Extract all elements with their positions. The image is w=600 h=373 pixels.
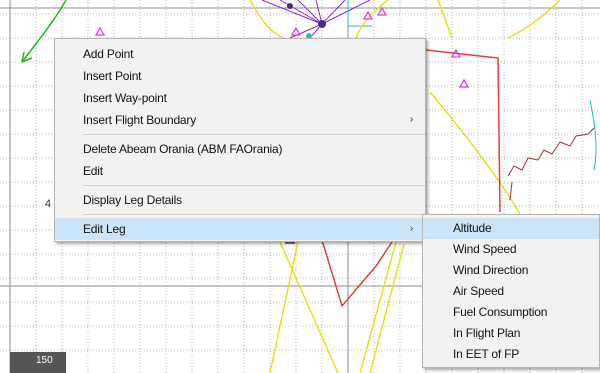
submenu-arrow-icon: ›: [409, 223, 413, 234]
menu-item-delete-abeam[interactable]: Delete Abeam Orania (ABM FAOrania): [55, 138, 425, 160]
menu-separator: [83, 214, 425, 215]
map-letter-label: 4: [45, 198, 51, 210]
submenu-item-wind-direction[interactable]: Wind Direction: [423, 260, 599, 281]
navaid-marker[interactable]: [318, 20, 326, 28]
scale-unit: (nm): [70, 355, 91, 366]
scale-value: 150: [36, 355, 53, 366]
menu-separator: [83, 185, 425, 186]
menu-item-insert-point[interactable]: Insert Point: [55, 65, 425, 87]
navaid-marker[interactable]: [287, 3, 293, 9]
menu-item-label: Wind Direction: [453, 263, 529, 277]
submenu-item-fuel-consumption[interactable]: Fuel Consumption: [423, 302, 599, 323]
menu-item-label: In EET of FP: [453, 347, 520, 361]
submenu-item-in-flight-plan[interactable]: In Flight Plan: [423, 323, 599, 344]
menu-item-label: Fuel Consumption: [453, 305, 548, 319]
menu-separator: [83, 134, 425, 135]
menu-item-label: Edit: [83, 164, 103, 178]
context-menu: Add Point Insert Point Insert Way-point …: [54, 38, 426, 242]
menu-item-label: In Flight Plan: [453, 326, 521, 340]
menu-item-label: Delete Abeam Orania (ABM FAOrania): [83, 142, 283, 156]
submenu-item-altitude[interactable]: Altitude: [423, 218, 599, 239]
menu-item-insert-flight-boundary[interactable]: Insert Flight Boundary ›: [55, 109, 425, 131]
menu-item-label: Insert Point: [83, 69, 142, 83]
menu-item-insert-way-point[interactable]: Insert Way-point: [55, 87, 425, 109]
menu-item-label: Insert Flight Boundary: [83, 113, 196, 127]
submenu-item-wind-speed[interactable]: Wind Speed: [423, 239, 599, 260]
menu-item-display-leg-details[interactable]: Display Leg Details: [55, 189, 425, 211]
menu-item-label: Add Point: [83, 47, 134, 61]
menu-item-label: Display Leg Details: [83, 193, 182, 207]
menu-item-add-point[interactable]: Add Point: [55, 43, 425, 65]
airway-fan: [261, 0, 371, 39]
submenu-arrow-icon: ›: [409, 114, 413, 125]
menu-item-edit-leg[interactable]: Edit Leg ›: [55, 218, 425, 240]
menu-item-label: Altitude: [453, 221, 492, 235]
country-border: [507, 127, 595, 201]
menu-item-edit[interactable]: Edit: [55, 160, 425, 182]
menu-item-label: Wind Speed: [453, 242, 517, 256]
edit-leg-submenu: Altitude Wind Speed Wind Direction Air S…: [422, 214, 600, 368]
menu-item-label: Insert Way-point: [83, 91, 167, 105]
menu-item-label: Air Speed: [453, 284, 504, 298]
submenu-item-air-speed[interactable]: Air Speed: [423, 281, 599, 302]
submenu-item-in-eet-of-fp[interactable]: In EET of FP: [423, 344, 599, 365]
menu-item-label: Edit Leg: [83, 222, 126, 236]
